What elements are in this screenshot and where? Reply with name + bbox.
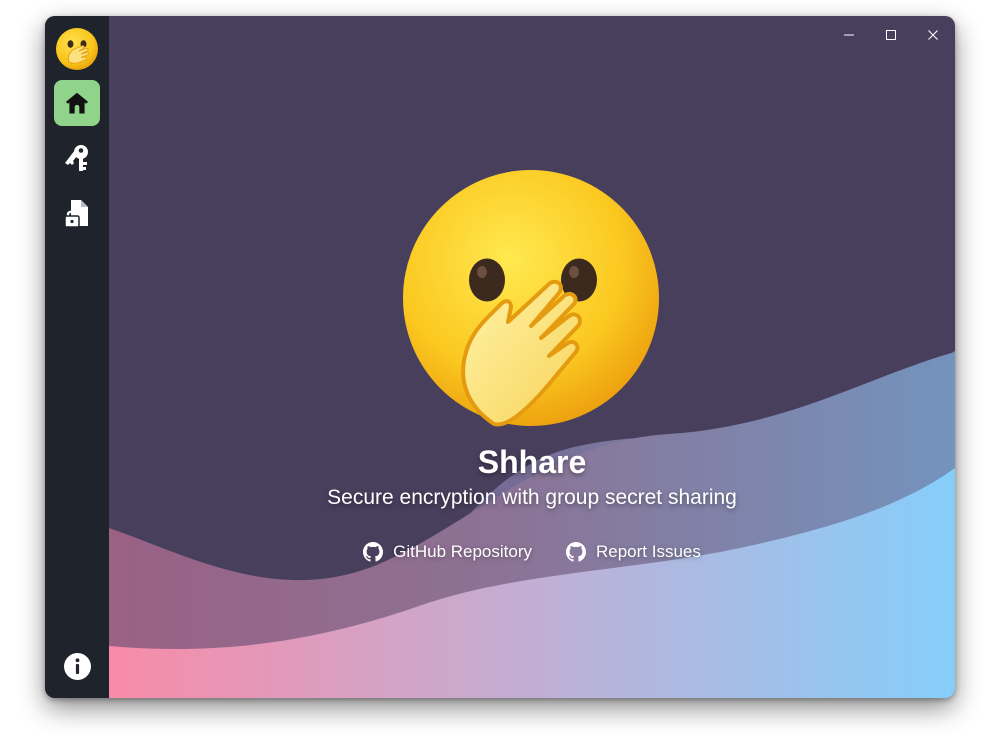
face-with-hand-over-mouth-icon [399,166,664,431]
about-button[interactable] [63,652,92,681]
nav-encrypt-file-button[interactable] [54,191,100,237]
app-title: Shhare [477,444,587,480]
nav-keys-button[interactable] [54,136,100,182]
report-issues-link[interactable]: Report Issues [566,542,701,562]
github-icon [566,542,586,562]
home-icon [65,92,89,114]
locked-file-icon [64,200,88,228]
app-subtitle: Secure encryption with group secret shar… [327,486,737,509]
close-button[interactable] [918,22,948,48]
close-icon [928,30,938,40]
report-issues-label: Report Issues [596,542,701,561]
app-window: Shhare Secure encryption with group secr… [45,16,955,698]
maximize-button[interactable] [876,22,906,48]
keys-icon [65,145,88,171]
app-logo-emoji-icon [55,27,99,71]
nav-home-button[interactable] [54,80,100,126]
minimize-icon [844,34,854,36]
maximize-icon [886,30,896,40]
sidebar [45,16,109,698]
info-icon [64,653,91,680]
github-icon [363,542,384,562]
minimize-button[interactable] [834,22,864,48]
github-repository-link[interactable]: GitHub Repository [363,542,532,562]
github-repository-label: GitHub Repository [393,542,532,561]
links-row: GitHub Repository Report Issues [109,542,955,562]
main-content: Shhare Secure encryption with group secr… [109,16,955,698]
